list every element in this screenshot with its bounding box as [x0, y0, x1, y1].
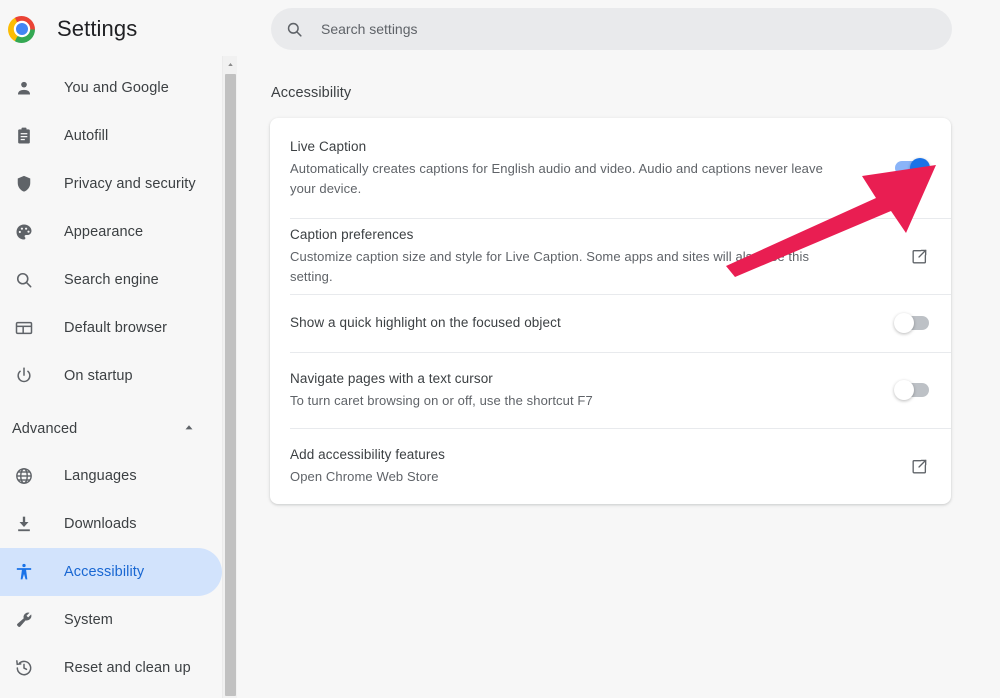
row-subtitle: Automatically creates captions for Engli…: [290, 161, 823, 196]
globe-icon: [12, 464, 36, 488]
scrollbar-thumb[interactable]: [225, 74, 236, 696]
external-link-icon[interactable]: [910, 247, 929, 266]
sidebar-item-reset-and-clean-up[interactable]: Reset and clean up: [0, 644, 222, 692]
clipboard-icon: [12, 124, 36, 148]
power-icon: [12, 364, 36, 388]
sidebar-item-languages[interactable]: Languages: [0, 452, 222, 500]
row-text: Add accessibility features Open Chrome W…: [290, 445, 885, 487]
caret-browsing-toggle[interactable]: [894, 380, 929, 400]
settings-window: Settings You and Google Autofill Privacy…: [0, 0, 1000, 698]
live-caption-toggle[interactable]: [895, 158, 930, 178]
search-icon: [12, 268, 36, 292]
row-subtitle: Customize caption size and style for Liv…: [290, 249, 810, 284]
sidebar-item-autofill[interactable]: Autofill: [0, 112, 222, 160]
browser-window-icon: [12, 316, 36, 340]
row-control: [885, 313, 929, 333]
row-title: Add accessibility features: [290, 447, 445, 462]
sidebar-item-label: You and Google: [64, 80, 169, 96]
row-subtitle: Open Chrome Web Store: [290, 469, 439, 484]
sidebar-item-label: System: [64, 612, 113, 628]
row-control: [885, 247, 929, 266]
sidebar: Settings You and Google Autofill Privacy…: [0, 0, 222, 698]
row-caption-preferences[interactable]: Caption preferences Customize caption si…: [270, 218, 951, 294]
sidebar-item-on-startup[interactable]: On startup: [0, 352, 222, 400]
row-title: Live Caption: [290, 139, 367, 154]
row-title: Navigate pages with a text cursor: [290, 371, 493, 386]
sidebar-item-label: Reset and clean up: [64, 660, 191, 676]
sidebar-item-label: Appearance: [64, 224, 144, 240]
chrome-logo: [8, 15, 35, 43]
scroll-up-arrow-icon[interactable]: [223, 56, 237, 72]
sidebar-item-label: Autofill: [64, 128, 109, 144]
sidebar-item-label: Downloads: [64, 516, 137, 532]
page-title-settings: Settings: [57, 16, 138, 41]
row-title: Caption preferences: [290, 227, 414, 242]
brand-header: Settings: [0, 0, 222, 58]
sidebar-item-appearance[interactable]: Appearance: [0, 208, 222, 256]
row-caret-browsing[interactable]: Navigate pages with a text cursor To tur…: [270, 352, 951, 428]
shield-icon: [12, 172, 36, 196]
toggle-knob: [894, 313, 914, 333]
wrench-icon: [12, 608, 36, 632]
sidebar-nav: You and Google Autofill Privacy and secu…: [0, 58, 222, 692]
sidebar-section-label: Advanced: [12, 421, 78, 437]
sidebar-item-default-browser[interactable]: Default browser: [0, 304, 222, 352]
sidebar-section-advanced[interactable]: Advanced: [0, 406, 222, 452]
row-title: Show a quick highlight on the focused ob…: [290, 315, 561, 330]
chevron-up-icon: [182, 420, 196, 439]
sidebar-item-privacy-and-security[interactable]: Privacy and security: [0, 160, 222, 208]
accessibility-settings-card: Live Caption Automatically creates capti…: [270, 118, 951, 504]
quick-highlight-toggle[interactable]: [894, 313, 929, 333]
sidebar-item-label: Languages: [64, 468, 137, 484]
section-heading-accessibility: Accessibility: [271, 85, 352, 101]
sidebar-scrollbar[interactable]: [222, 56, 237, 698]
sidebar-item-accessibility[interactable]: Accessibility: [0, 548, 222, 596]
main-content: Accessibility Live Caption Automatically…: [238, 0, 1000, 698]
row-text: Show a quick highlight on the focused ob…: [290, 313, 885, 333]
search-icon: [285, 20, 304, 39]
accessibility-icon: [12, 560, 36, 584]
sidebar-item-downloads[interactable]: Downloads: [0, 500, 222, 548]
row-text: Live Caption Automatically creates capti…: [290, 137, 885, 199]
sidebar-item-label: On startup: [64, 368, 133, 384]
row-add-accessibility-features[interactable]: Add accessibility features Open Chrome W…: [270, 428, 951, 504]
sidebar-item-label: Default browser: [64, 320, 168, 336]
sidebar-item-system[interactable]: System: [0, 596, 222, 644]
search-settings-bar[interactable]: [271, 8, 952, 50]
history-icon: [12, 656, 36, 680]
sidebar-item-label: Accessibility: [64, 564, 145, 580]
download-icon: [12, 512, 36, 536]
sidebar-item-search-engine[interactable]: Search engine: [0, 256, 222, 304]
row-control: [885, 380, 929, 400]
row-text: Caption preferences Customize caption si…: [290, 225, 885, 287]
sidebar-item-label: Privacy and security: [64, 176, 196, 192]
toggle-knob: [894, 380, 914, 400]
sidebar-item-you-and-google[interactable]: You and Google: [0, 64, 222, 112]
person-icon: [12, 76, 36, 100]
search-input[interactable]: [321, 21, 952, 37]
row-quick-highlight[interactable]: Show a quick highlight on the focused ob…: [270, 294, 951, 352]
toggle-knob: [910, 158, 930, 178]
row-live-caption[interactable]: Live Caption Automatically creates capti…: [270, 118, 951, 218]
external-link-icon[interactable]: [910, 457, 929, 476]
row-text: Navigate pages with a text cursor To tur…: [290, 369, 885, 411]
palette-icon: [12, 220, 36, 244]
sidebar-item-label: Search engine: [64, 272, 159, 288]
row-control: [885, 457, 929, 476]
row-control: [885, 158, 930, 178]
row-subtitle: To turn caret browsing on or off, use th…: [290, 393, 593, 408]
